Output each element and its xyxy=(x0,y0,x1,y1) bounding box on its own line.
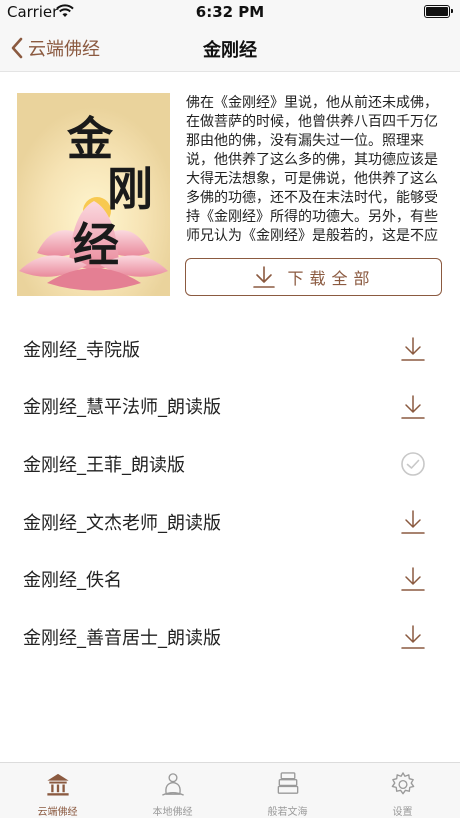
books-icon xyxy=(277,772,298,794)
download-icon[interactable] xyxy=(399,508,427,536)
gear-icon xyxy=(391,772,414,795)
book-cover-image: 金 刚 经 xyxy=(17,93,170,296)
track-row[interactable]: 金刚经_王菲_朗读版 xyxy=(0,435,460,493)
tab-2[interactable]: 本地佛经 xyxy=(115,763,230,818)
status-bar: Carrier 6:32 PM xyxy=(0,0,460,24)
tab-label: 般若文海 xyxy=(267,807,308,818)
temple-icon xyxy=(46,773,69,796)
track-row[interactable]: 金刚经_文杰老师_朗读版 xyxy=(0,493,460,551)
tab-1[interactable]: 云端佛经 xyxy=(0,763,115,818)
download-icon[interactable] xyxy=(399,565,427,593)
cover-title-char-2: 刚 xyxy=(107,162,153,216)
track-title: 金刚经_王菲_朗读版 xyxy=(23,454,185,476)
tab-label: 设置 xyxy=(392,807,413,818)
clock: 6:32 PM xyxy=(195,3,265,21)
track-row[interactable]: 金刚经_慧平法师_朗读版 xyxy=(0,378,460,436)
track-title: 金刚经_文杰老师_朗读版 xyxy=(23,512,221,534)
battery-icon xyxy=(424,5,453,18)
tab-4[interactable]: 设置 xyxy=(345,763,460,818)
track-title: 金刚经_善音居士_朗读版 xyxy=(23,627,221,649)
tab-label: 本地佛经 xyxy=(152,807,193,818)
download-all-button[interactable]: 下载全部 xyxy=(185,258,442,296)
tab-3[interactable]: 般若文海 xyxy=(230,763,345,818)
track-row[interactable]: 金刚经_善音居士_朗读版 xyxy=(0,608,460,666)
download-icon[interactable] xyxy=(399,623,427,651)
lotus-illustration: 金 刚 经 xyxy=(17,93,170,296)
cover-title-char-3: 经 xyxy=(73,218,119,272)
cover-title-char-1: 金 xyxy=(66,112,114,166)
track-row[interactable]: 金刚经_佚名 xyxy=(0,550,460,608)
downloaded-check-icon[interactable] xyxy=(399,450,427,478)
track-title: 金刚经_慧平法师_朗读版 xyxy=(23,397,221,419)
track-row[interactable]: 金刚经_寺院版 xyxy=(0,320,460,378)
download-icon xyxy=(253,266,276,288)
download-all-label: 下载全部 xyxy=(287,269,376,288)
track-list: 金刚经_寺院版金刚经_慧平法师_朗读版 金刚经_王菲_朗读版金刚经_文杰老师_朗读… xyxy=(0,320,460,666)
track-title: 金刚经_佚名 xyxy=(23,570,122,592)
track-title: 金刚经_寺院版 xyxy=(23,339,140,361)
tab-bar: 云端佛经 本地佛经 般若文海 设置 xyxy=(0,762,460,818)
page-title: 金刚经 xyxy=(203,40,257,61)
buddha-icon xyxy=(161,773,184,796)
navigation-bar: 云端佛经 金刚经 xyxy=(0,24,460,72)
tab-label: 云端佛经 xyxy=(37,807,78,818)
download-icon[interactable] xyxy=(399,335,427,363)
download-icon[interactable] xyxy=(399,393,427,421)
book-description: 佛在《金刚经》里说，他从前还未成佛，在做菩萨的时候，他曾供养八百四千万亿那由他的… xyxy=(186,95,438,244)
